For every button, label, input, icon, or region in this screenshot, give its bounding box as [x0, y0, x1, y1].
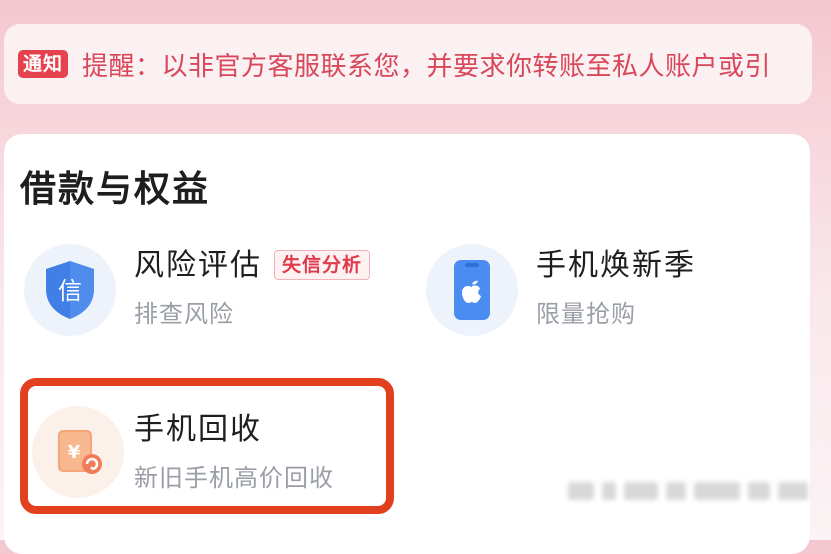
credit-analysis-badge: 失信分析 — [274, 250, 371, 280]
risk-assessment-subtitle: 排查风险 — [134, 300, 234, 328]
phone-renewal-title: 手机焕新季 — [536, 248, 696, 283]
notice-tag: 通知 — [18, 50, 69, 78]
notice-text: 提醒：以非官方客服联系您，并要求你转账至私人账户或引 — [82, 51, 772, 82]
risk-assessment-title: 风险评估 — [134, 248, 262, 283]
phone-apple-icon — [426, 244, 518, 336]
blurred-watermark — [568, 478, 808, 504]
shield-icon: 信 — [24, 244, 116, 336]
phone-renewal-subtitle: 限量抢购 — [536, 300, 636, 328]
notice-banner[interactable]: 通知 提醒：以非官方客服联系您，并要求你转账至私人账户或引 — [4, 24, 812, 104]
shield-icon-text: 信 — [58, 277, 82, 305]
highlight-box — [20, 378, 394, 514]
section-title: 借款与权益 — [20, 169, 211, 210]
